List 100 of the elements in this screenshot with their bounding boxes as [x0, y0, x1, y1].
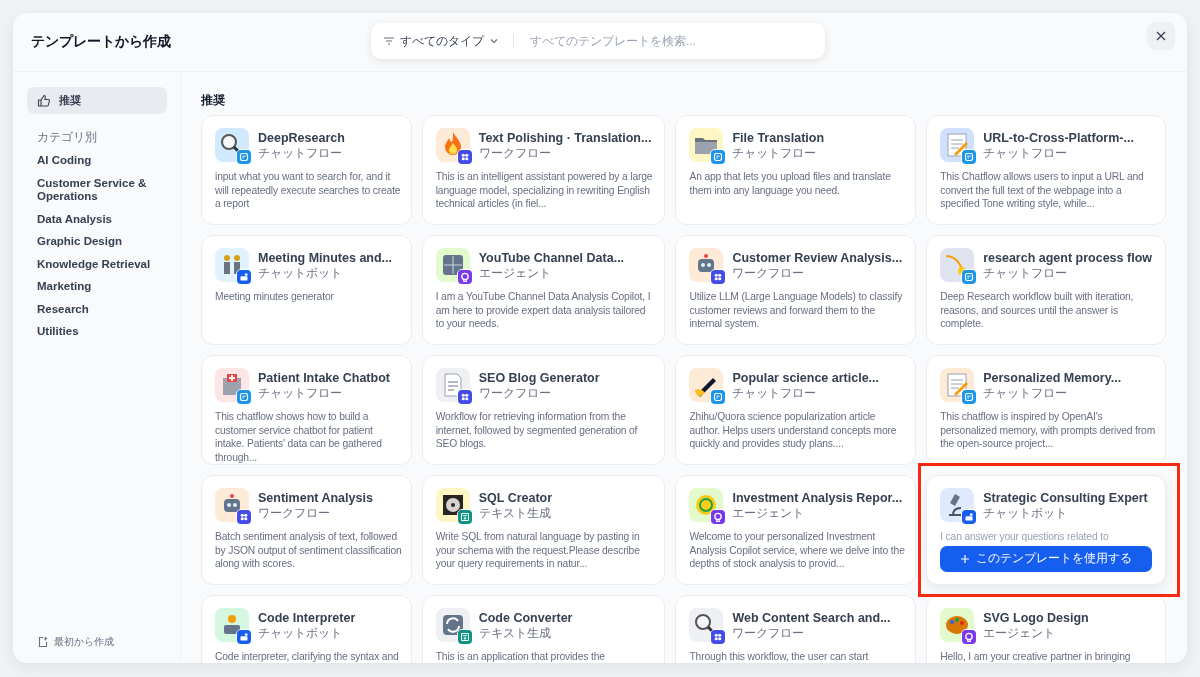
- card-description: I can answer your questions related to: [940, 530, 1110, 544]
- card-description: Utilize LLM (Large Language Models) to classify customer reviews and forward them to the internal system.: [689, 290, 904, 331]
- template-card[interactable]: Strategic Consulting Expert チャットボット I can answer your questions related to このテンプレートを使用する: [926, 475, 1166, 585]
- card-title: Code Converter: [478, 610, 573, 626]
- category-item[interactable]: Graphic Design: [27, 231, 167, 253]
- template-card[interactable]: Meeting Minutes and... チャットボット Meeting minutes generator: [201, 235, 412, 345]
- app-type-label: ワークフロー: [732, 626, 806, 640]
- app-type-label: ワークフロー: [478, 386, 552, 400]
- new-file-icon: [37, 636, 49, 648]
- card-description: This Chatflow allows users to input a URL and convert the full text of the webpage into a specified Tone writing style, while...: [940, 170, 1145, 211]
- card-description: Batch sentiment analysis of text, followed by JSON output of sentiment classification along with scores.: [215, 530, 402, 571]
- category-item[interactable]: Knowledge Retrieval: [27, 253, 167, 275]
- card-title: SVG Logo Design: [983, 610, 1089, 626]
- card-title: YouTube Channel Data...: [478, 250, 625, 266]
- app-type-label: チャットフロー: [983, 266, 1069, 280]
- sidebar-item[interactable]: 推奨: [27, 87, 167, 114]
- thumbs-up-icon: [37, 93, 51, 108]
- app-type-label: チャットフロー: [983, 386, 1069, 400]
- card-description: Meeting minutes generator: [215, 290, 335, 304]
- card-title: DeepResearch: [258, 130, 345, 146]
- chevron-down-icon: [489, 36, 499, 46]
- section-title: 推奨: [201, 92, 226, 109]
- template-card[interactable]: Text Polishing · Translation... ワークフロー This is an intelligent assistant powered by a large language model, specializing in rewriting English technical articles (in fiel...: [421, 115, 666, 225]
- app-type-label: ワークフロー: [258, 506, 331, 520]
- search-bar[interactable]: すべてのタイプ すべてのテンプレートを検索...: [371, 23, 825, 59]
- card-description: I am a YouTube Channel Data Analysis Copilot, I am here to provide expert data analysis tailored to your needs.: [435, 290, 652, 331]
- category-item[interactable]: Utilities: [27, 321, 167, 343]
- card-description: This is an application that provides the: [435, 650, 606, 663]
- app-type-label: ワークフロー: [732, 266, 806, 280]
- category-item[interactable]: AI Coding: [27, 150, 167, 172]
- template-card[interactable]: Code Converter テキスト生成 This is an application that provides the: [421, 595, 666, 663]
- use-template-button[interactable]: このテンプレートを使用する: [940, 545, 1152, 572]
- dialog-title: テンプレートから作成: [31, 33, 172, 51]
- template-card[interactable]: DeepResearch チャットフロー input what you want to search for, and it will repeatedly execute searches to create a report: [201, 115, 412, 225]
- card-title: Popular science article...: [732, 370, 880, 386]
- category-item[interactable]: Customer Service & Operations: [27, 172, 167, 208]
- filter-icon: [383, 35, 395, 47]
- card-description: input what you want to search for, and it will repeatedly execute searches to create a report: [215, 170, 402, 211]
- template-card[interactable]: URL-to-Cross-Platform-... チャットフロー This Chatflow allows users to input a URL and convert the full text of the webpage into a specified Tone writing style, while...: [926, 115, 1166, 225]
- app-type-label: エージェント: [983, 626, 1057, 640]
- template-card[interactable]: YouTube Channel Data... エージェント I am a YouTube Channel Data Analysis Copilot, I am here to provide expert data analysis tailored to your needs.: [421, 235, 666, 345]
- category-heading: カテゴリ別: [37, 130, 98, 145]
- type-filter-dropdown[interactable]: すべてのタイプ: [383, 32, 499, 50]
- template-card[interactable]: SVG Logo Design エージェント Hello, I am your creative partner in bringing: [926, 595, 1166, 663]
- template-card[interactable]: Popular science article... チャットフロー Zhihu/Quora science popularization article author. Helps users understand concepts more quickly and provides study plans....: [675, 355, 917, 465]
- card-description: Welcome to your personalized Investment Analysis Copilot service, where we delve into the depths of stock analysis to provid...: [689, 530, 906, 571]
- card-title: SEO Blog Generator: [478, 370, 600, 386]
- card-description: Workflow for retrieving information from the internet, followed by segmented generation of SEO blogs.: [435, 410, 639, 451]
- card-title: URL-to-Cross-Platform-...: [983, 130, 1134, 146]
- app-type-label: チャットフロー: [983, 146, 1069, 160]
- app-type-label: チャットフロー: [732, 146, 818, 160]
- card-title: SQL Creator: [478, 490, 553, 506]
- card-description: Deep Research workflow built with iteration, reasons, and sources until the answer is complete.: [940, 290, 1135, 331]
- template-card[interactable]: Patient Intake Chatbot チャットフロー This chatflow shows how to build a customer service chatbot for patient intake. Patients' data can be gathered through...: [201, 355, 412, 465]
- card-title: Web Content Search and...: [732, 610, 891, 626]
- template-card[interactable]: Code Interpreter チャットボット Code interpreter, clarifying the syntax and: [201, 595, 412, 663]
- card-title: research agent process flow: [983, 250, 1152, 266]
- card-description: Through this workflow, the user can start: [689, 650, 870, 663]
- card-description: This is an intelligent assistant powered by a large language model, specializing in rewriting English technical articles (in fiel...: [435, 170, 654, 211]
- card-description: This chatflow shows how to build a customer service chatbot for patient intake. Patients' data can be gathered through...: [215, 410, 383, 464]
- app-type-label: テキスト生成: [478, 626, 552, 640]
- template-card[interactable]: SEO Blog Generator ワークフロー Workflow for retrieving information from the internet, followed by segmented generation of SEO blogs.: [421, 355, 666, 465]
- card-description: Hello, I am your creative partner in bringing: [940, 650, 1132, 663]
- app-type-label: チャットボット: [258, 266, 343, 280]
- app-type-label: ワークフロー: [478, 146, 552, 160]
- card-title: Customer Review Analysis...: [732, 250, 903, 266]
- app-type-label: チャットボット: [983, 506, 1069, 520]
- app-type-label: エージェント: [732, 506, 806, 520]
- category-item[interactable]: Research: [27, 298, 167, 320]
- card-title: Strategic Consulting Expert: [983, 490, 1148, 506]
- card-title: File Translation: [732, 130, 825, 146]
- template-card[interactable]: Personalized Memory... チャットフロー This chatflow is inspired by OpenAI's personalized memory, with prompts derived from the open-source project...: [926, 355, 1166, 465]
- category-item[interactable]: Marketing: [27, 276, 167, 298]
- app-type-label: チャットフロー: [732, 386, 818, 400]
- plus-icon: [960, 553, 971, 564]
- card-description: Write SQL from natural language by pasting in your schema with the request.Please describe your query requirements in natur...: [435, 530, 641, 571]
- card-title: Code Interpreter: [258, 610, 356, 626]
- template-card[interactable]: Customer Review Analysis... ワークフロー Utilize LLM (Large Language Models) to classify customer reviews and forward them to the internal system.: [675, 235, 917, 345]
- search-field[interactable]: すべてのテンプレートを検索...: [528, 34, 813, 48]
- template-card[interactable]: File Translation チャットフロー An app that lets you upload files and translate them into any language you need.: [675, 115, 917, 225]
- app-type-label: エージェント: [478, 266, 552, 280]
- card-title: Investment Analysis Repor...: [732, 490, 903, 506]
- card-title: Meeting Minutes and...: [258, 250, 393, 266]
- close-icon: [1155, 30, 1167, 42]
- close-button[interactable]: [1147, 22, 1175, 50]
- create-blank-link[interactable]: 最初から作成: [27, 635, 167, 649]
- app-type-label: チャットボット: [258, 626, 343, 640]
- app-type-label: チャットフロー: [258, 146, 343, 160]
- template-card[interactable]: research agent process flow チャットフロー Deep Research workflow built with iteration, reasons, and sources until the answer is complete.: [926, 235, 1166, 345]
- card-description: This chatflow is inspired by OpenAI's personalized memory, with prompts derived from the open-source project...: [940, 410, 1156, 451]
- template-card[interactable]: Sentiment Analysis ワークフロー Batch sentiment analysis of text, followed by JSON output of sentiment classification along with scores.: [201, 475, 412, 585]
- template-card[interactable]: Investment Analysis Repor... エージェント Welcome to your personalized Investment Analysis Copilot service, where we delve into the depths of stock analysis to provid...: [675, 475, 917, 585]
- template-card[interactable]: Web Content Search and... ワークフロー Through this workflow, the user can start: [675, 595, 917, 663]
- card-description: An app that lets you upload files and translate them into any language you need.: [689, 170, 892, 197]
- template-card[interactable]: SQL Creator テキスト生成 Write SQL from natural language by pasting in your schema with the request.Please describe your query requirements in natur...: [421, 475, 666, 585]
- card-title: Personalized Memory...: [983, 370, 1122, 386]
- card-title: Sentiment Analysis: [258, 490, 373, 506]
- card-title: Patient Intake Chatbot: [258, 370, 390, 386]
- category-item[interactable]: Data Analysis: [27, 208, 167, 230]
- app-type-label: テキスト生成: [478, 506, 552, 520]
